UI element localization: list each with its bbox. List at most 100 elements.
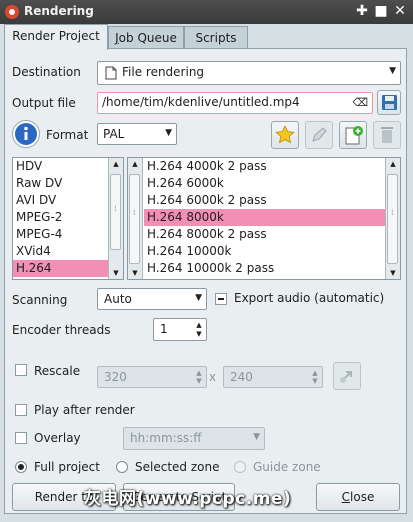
close-button[interactable]: Close	[316, 483, 400, 511]
list-item-selected[interactable]: H.264	[13, 260, 108, 277]
selected-zone-radio[interactable]	[116, 461, 128, 473]
profile-left-scrollbar[interactable]: ▲ ⁞ ▼	[128, 158, 143, 279]
star-icon	[275, 125, 295, 144]
new-profile-button[interactable]	[339, 121, 367, 149]
info-button[interactable]	[12, 120, 40, 148]
scanning-value: Auto	[104, 292, 132, 306]
delete-profile-button[interactable]	[373, 121, 401, 149]
scroll-thumb[interactable]: ⁞	[129, 174, 140, 264]
app-icon	[5, 5, 19, 19]
scroll-up-icon[interactable]: ▲	[386, 158, 400, 170]
tab-bar: Render Project Job Queue Scripts	[4, 24, 409, 50]
close-window-icon[interactable]: ✕	[393, 4, 407, 18]
export-audio-label[interactable]: Export audio (automatic)	[234, 291, 384, 305]
scroll-up-icon[interactable]: ▲	[128, 158, 142, 170]
add-document-icon	[345, 126, 363, 145]
guide-zone-radio[interactable]	[234, 461, 246, 473]
destination-combo[interactable]: File rendering ▼	[97, 61, 401, 85]
format-combo[interactable]: PAL ▼	[97, 123, 177, 145]
spin-down-icon[interactable]: ▼	[194, 329, 204, 339]
render-project-panel: Destination File rendering ▼ Output file…	[4, 48, 407, 514]
list-item[interactable]: H.264 8000k 2 pass	[144, 226, 385, 243]
encoder-threads-label: Encoder threads	[12, 323, 111, 337]
spin-down-icon[interactable]: ▼	[310, 376, 320, 386]
format-category-rows: HDV Raw DV AVI DV MPEG-2 MPEG-4 XVid4 H.…	[13, 158, 108, 277]
tab-scripts[interactable]: Scripts	[184, 26, 248, 49]
lock-aspect-button[interactable]	[333, 362, 361, 390]
encoder-threads-value: 1	[160, 322, 168, 336]
save-file-button[interactable]	[377, 90, 401, 115]
output-file-value: /home/tim/kdenlive/untitled.mp4	[102, 95, 300, 109]
list-item[interactable]: H.264 6000k 2 pass	[144, 192, 385, 209]
chevron-down-icon: ▼	[389, 66, 396, 76]
pin-icon[interactable]: ✚	[355, 4, 369, 18]
list-item[interactable]: H.264 10000k	[144, 243, 385, 260]
title-bar: Rendering ✚ ■ ✕	[0, 0, 413, 24]
list-item[interactable]: H.264 10000k 2 pass	[144, 260, 385, 277]
output-file-input[interactable]: /home/tim/kdenlive/untitled.mp4 ⌫	[97, 92, 373, 114]
spin-down-icon[interactable]: ▼	[194, 376, 204, 386]
render-profile-list[interactable]: ▲ ⁞ ▼ H.264 4000k 2 pass H.264 6000k H.2…	[127, 157, 401, 280]
list-item-selected[interactable]: H.264 8000k	[144, 209, 385, 226]
edit-profile-button[interactable]	[305, 121, 333, 149]
scroll-down-icon[interactable]: ▼	[109, 267, 123, 279]
chevron-down-icon: ▼	[165, 128, 172, 138]
tab-job-queue-rest: ob Queue	[118, 31, 177, 45]
info-icon	[15, 123, 37, 145]
favorite-button[interactable]	[271, 121, 299, 149]
list-item[interactable]: H.264 6000k	[144, 175, 385, 192]
scroll-down-icon[interactable]: ▼	[128, 267, 142, 279]
selected-zone-label[interactable]: Selected zone	[135, 460, 219, 474]
overlay-combo[interactable]: hh:mm:ss:ff ▼	[123, 427, 265, 450]
export-audio-checkbox[interactable]	[215, 293, 227, 305]
rescale-x-label: x	[209, 370, 217, 384]
scroll-down-icon[interactable]: ▼	[386, 267, 400, 279]
close-button-mnemonic: C	[341, 490, 351, 504]
list-item[interactable]: H.264 4000k 2 pass	[144, 158, 385, 175]
destination-label: Destination	[12, 65, 81, 79]
rescale-height-value: 240	[230, 370, 253, 384]
encoder-threads-spinbox[interactable]: 1 ▲ ▼	[153, 318, 207, 341]
play-after-render-label[interactable]: Play after render	[34, 403, 135, 417]
overlay-checkbox[interactable]	[15, 432, 27, 444]
list-item[interactable]: MPEG-2	[13, 209, 108, 226]
document-icon	[105, 66, 117, 80]
scroll-up-icon[interactable]: ▲	[109, 158, 123, 170]
tab-render-project[interactable]: Render Project	[4, 24, 108, 50]
full-project-label[interactable]: Full project	[34, 460, 100, 474]
list-item[interactable]: AVI DV	[13, 192, 108, 209]
chevron-down-icon: ▼	[195, 293, 202, 303]
output-file-label: Output file	[12, 96, 76, 110]
overlay-value: hh:mm:ss:ff	[130, 431, 202, 445]
play-after-render-checkbox[interactable]	[15, 404, 27, 416]
overlay-label[interactable]: Overlay	[34, 431, 81, 445]
trash-icon	[381, 127, 393, 143]
tab-job-queue[interactable]: Job Queue	[108, 26, 184, 49]
guide-zone-label[interactable]: Guide zone	[253, 460, 321, 474]
chevron-down-icon: ▼	[253, 432, 260, 442]
list-item[interactable]: HDV	[13, 158, 108, 175]
partial-check-icon	[218, 298, 224, 300]
profile-right-scrollbar[interactable]: ▲ ⁞ ▼	[385, 158, 400, 279]
clear-text-icon[interactable]: ⌫	[352, 96, 368, 109]
list-item[interactable]: XVid4	[13, 243, 108, 260]
rescale-checkbox[interactable]	[15, 364, 27, 376]
maximize-icon[interactable]: ■	[374, 4, 388, 18]
scroll-thumb[interactable]: ⁞	[110, 174, 121, 250]
window-title: Rendering	[24, 4, 94, 18]
rescale-label[interactable]: Rescale	[34, 364, 80, 378]
rescale-height-spinbox[interactable]: 240 ▲ ▼	[223, 366, 323, 388]
format-label: Format	[46, 128, 89, 142]
grip-icon: ⁞	[114, 204, 117, 213]
format-category-scrollbar[interactable]: ▲ ⁞ ▼	[108, 158, 123, 279]
format-category-list[interactable]: HDV Raw DV AVI DV MPEG-2 MPEG-4 XVid4 H.…	[12, 157, 124, 280]
rescale-width-value: 320	[104, 370, 127, 384]
full-project-radio[interactable]	[15, 461, 27, 473]
scanning-combo[interactable]: Auto ▼	[97, 288, 207, 310]
destination-value: File rendering	[122, 65, 205, 79]
rescale-width-spinbox[interactable]: 320 ▲ ▼	[97, 366, 207, 388]
scroll-thumb[interactable]: ⁞	[387, 174, 398, 264]
list-item[interactable]: MPEG-4	[13, 226, 108, 243]
list-item[interactable]: Raw DV	[13, 175, 108, 192]
render-profile-rows: H.264 4000k 2 pass H.264 6000k H.264 600…	[144, 158, 385, 277]
